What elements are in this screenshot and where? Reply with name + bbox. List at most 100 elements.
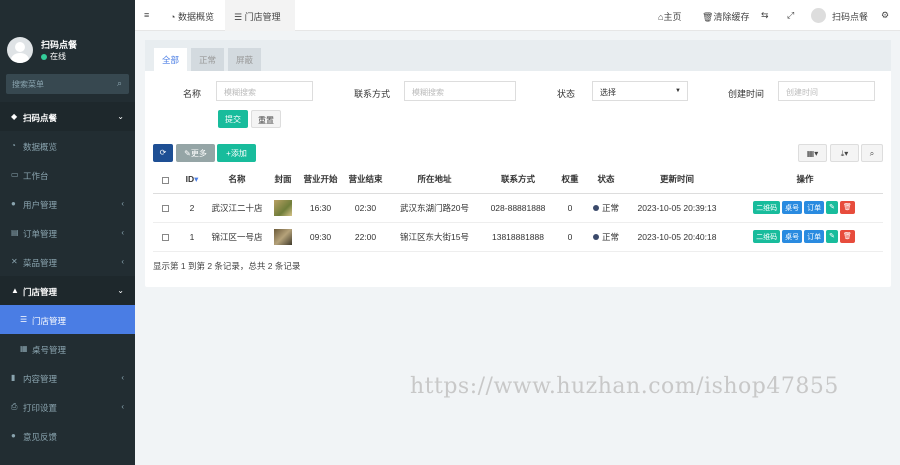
status-select[interactable]: 选择 ▼ bbox=[592, 81, 688, 101]
sidebar-item-users[interactable]: ● 用户管理 ‹ bbox=[0, 189, 135, 218]
table-search-button[interactable]: ⌕ bbox=[861, 144, 883, 162]
avatar bbox=[7, 37, 33, 63]
chevron-down-icon: ⌄ bbox=[117, 286, 124, 295]
sidebar-item-store-manage[interactable]: ☰ 门店管理 bbox=[0, 305, 135, 334]
user-status: 在线 bbox=[41, 51, 66, 62]
language-icon[interactable]: ⇆ bbox=[761, 10, 769, 21]
sidebar-item-feedback[interactable]: ● 意见反馈 bbox=[0, 421, 135, 450]
chevron-left-icon: ‹ bbox=[121, 257, 124, 266]
col-address[interactable]: 所在地址 bbox=[388, 166, 481, 194]
fullscreen-icon[interactable]: ⤢ bbox=[787, 10, 794, 21]
contact-search-input[interactable]: 模糊搜索 bbox=[404, 81, 516, 101]
search-icon: ⌕ bbox=[869, 149, 875, 158]
grid-icon: ▦ bbox=[20, 344, 28, 353]
tables-button[interactable]: 桌号 bbox=[782, 230, 803, 243]
qrcode-button[interactable]: 二维码 bbox=[753, 230, 781, 243]
cell-phone: 13818881888 bbox=[481, 222, 555, 252]
store-icon: ▲ bbox=[11, 286, 19, 295]
sidebar-search-input[interactable]: 搜索菜单 ⌕ bbox=[6, 74, 129, 94]
select-all-checkbox[interactable] bbox=[153, 166, 178, 194]
settings-gear-icon[interactable]: ⚙ bbox=[881, 10, 889, 21]
top-username[interactable]: 扫码点餐 bbox=[832, 10, 868, 23]
orders-button[interactable]: 订单 bbox=[804, 230, 825, 243]
cell-name: 锦江区一号店 bbox=[206, 222, 268, 252]
col-weight[interactable]: 权重 bbox=[555, 166, 585, 194]
cell-start: 16:30 bbox=[298, 193, 343, 223]
watermark: https://www.huzhan.com/ishop47855 bbox=[410, 374, 839, 399]
cell-status: 正常 bbox=[585, 222, 627, 252]
col-id[interactable]: ID▾ bbox=[178, 166, 206, 194]
cell-id: 2 bbox=[178, 193, 206, 223]
status-dot-icon bbox=[592, 205, 599, 212]
name-label: 名称 bbox=[183, 89, 202, 99]
sidebar-item-print[interactable]: ⎙ 打印设置 ‹ bbox=[0, 392, 135, 421]
tab-dashboard[interactable]: ◔ 数据概览 bbox=[170, 10, 214, 23]
delete-icon[interactable]: 🗑 bbox=[839, 230, 855, 243]
printer-icon: ⎙ bbox=[11, 402, 18, 411]
cell-address: 锦江区东大街15号 bbox=[388, 222, 481, 252]
col-status[interactable]: 状态 bbox=[585, 166, 627, 194]
tab-normal[interactable]: 正常 bbox=[191, 48, 224, 71]
cover-thumbnail[interactable] bbox=[274, 199, 292, 216]
export-button[interactable]: ⤓▾ bbox=[830, 144, 859, 162]
sidebar-item-orders[interactable]: ▤ 订单管理 ‹ bbox=[0, 218, 135, 247]
row-checkbox[interactable] bbox=[153, 222, 178, 252]
edit-icon[interactable]: ✎ bbox=[826, 230, 838, 243]
tab-hidden[interactable]: 屏蔽 bbox=[228, 48, 261, 71]
columns-toggle-button[interactable]: ▦▾ bbox=[798, 144, 827, 162]
cell-updated: 2023-10-05 20:40:18 bbox=[627, 222, 727, 252]
tab-all[interactable]: 全部 bbox=[154, 48, 187, 71]
cell-end: 22:00 bbox=[343, 222, 388, 252]
edit-icon[interactable]: ✎ bbox=[826, 201, 838, 214]
more-button[interactable]: ✎更多 bbox=[176, 144, 215, 162]
chevron-down-icon: ⌄ bbox=[117, 112, 124, 121]
reset-button[interactable]: 重置 bbox=[251, 110, 281, 128]
created-time-input[interactable]: 创建时间 bbox=[778, 81, 875, 101]
home-link[interactable]: ⌂主页 bbox=[658, 10, 681, 23]
tables-button[interactable]: 桌号 bbox=[782, 201, 803, 214]
cell-id: 1 bbox=[178, 222, 206, 252]
table-row: 1 锦江区一号店 09:30 22:00 锦江区东大街15号 138188818… bbox=[153, 222, 883, 252]
contact-label: 联系方式 bbox=[354, 89, 391, 99]
sidebar-item-tables[interactable]: ▦ 桌号管理 bbox=[0, 334, 135, 363]
refresh-button[interactable]: ⟳ bbox=[153, 144, 173, 162]
top-avatar[interactable] bbox=[811, 8, 826, 23]
col-start[interactable]: 营业开始 bbox=[298, 166, 343, 194]
row-checkbox[interactable] bbox=[153, 193, 178, 223]
chevron-left-icon: ‹ bbox=[121, 199, 124, 208]
submit-button[interactable]: 提交 bbox=[218, 110, 248, 128]
sidebar-item-dishes[interactable]: ✕ 菜品管理 ‹ bbox=[0, 247, 135, 276]
sidebar-item-stores[interactable]: ▲ 门店管理 ⌄ bbox=[0, 276, 135, 305]
col-phone[interactable]: 联系方式 bbox=[481, 166, 555, 194]
cell-start: 09:30 bbox=[298, 222, 343, 252]
table-row: 2 武汉江二十店 16:30 02:30 武汉东湖门路20号 028-88881… bbox=[153, 193, 883, 223]
user-icon: ● bbox=[11, 199, 16, 208]
cover-thumbnail[interactable] bbox=[274, 228, 292, 245]
dashboard-icon: ◔ bbox=[11, 141, 16, 150]
col-updated[interactable]: 更新时间 bbox=[627, 166, 727, 194]
cell-status: 正常 bbox=[585, 193, 627, 223]
sidebar-item-scan-order[interactable]: ◆ 扫码点餐 ⌄ bbox=[0, 102, 135, 131]
cell-weight: 0 bbox=[555, 193, 585, 223]
cell-cover[interactable] bbox=[268, 193, 298, 223]
tab-store-manage[interactable]: ☰ 门店管理 bbox=[234, 10, 281, 23]
sidebar-item-dashboard[interactable]: ◔ 数据概览 bbox=[0, 131, 135, 160]
sidebar-item-content[interactable]: ▮ 内容管理 ‹ bbox=[0, 363, 135, 392]
search-icon: ⌕ bbox=[116, 78, 122, 88]
dashboard-icon: ◔ bbox=[170, 12, 178, 22]
menu-toggle-icon[interactable]: ≡ bbox=[144, 10, 149, 20]
cell-cover[interactable] bbox=[268, 222, 298, 252]
sidebar: 扫码点餐 在线 搜索菜单 ⌕ ◆ 扫码点餐 ⌄ ◔ 数据概览 ▭ 工作台 ● 用户管理 ‹ … bbox=[0, 0, 135, 465]
add-button[interactable]: +添加 bbox=[217, 144, 256, 162]
col-end[interactable]: 营业结束 bbox=[343, 166, 388, 194]
sidebar-item-workbench[interactable]: ▭ 工作台 bbox=[0, 160, 135, 189]
name-search-input[interactable]: 模糊搜索 bbox=[216, 81, 313, 101]
orders-button[interactable]: 订单 bbox=[804, 201, 825, 214]
qrcode-button[interactable]: 二维码 bbox=[753, 201, 781, 214]
clear-cache-button[interactable]: 🗑清除缓存 bbox=[702, 10, 749, 23]
cutlery-icon: ✕ bbox=[11, 257, 18, 266]
desktop-icon: ▭ bbox=[11, 170, 19, 179]
col-name[interactable]: 名称 bbox=[206, 166, 268, 194]
delete-icon[interactable]: 🗑 bbox=[839, 201, 855, 214]
grid-icon: ▦▾ bbox=[806, 149, 819, 158]
